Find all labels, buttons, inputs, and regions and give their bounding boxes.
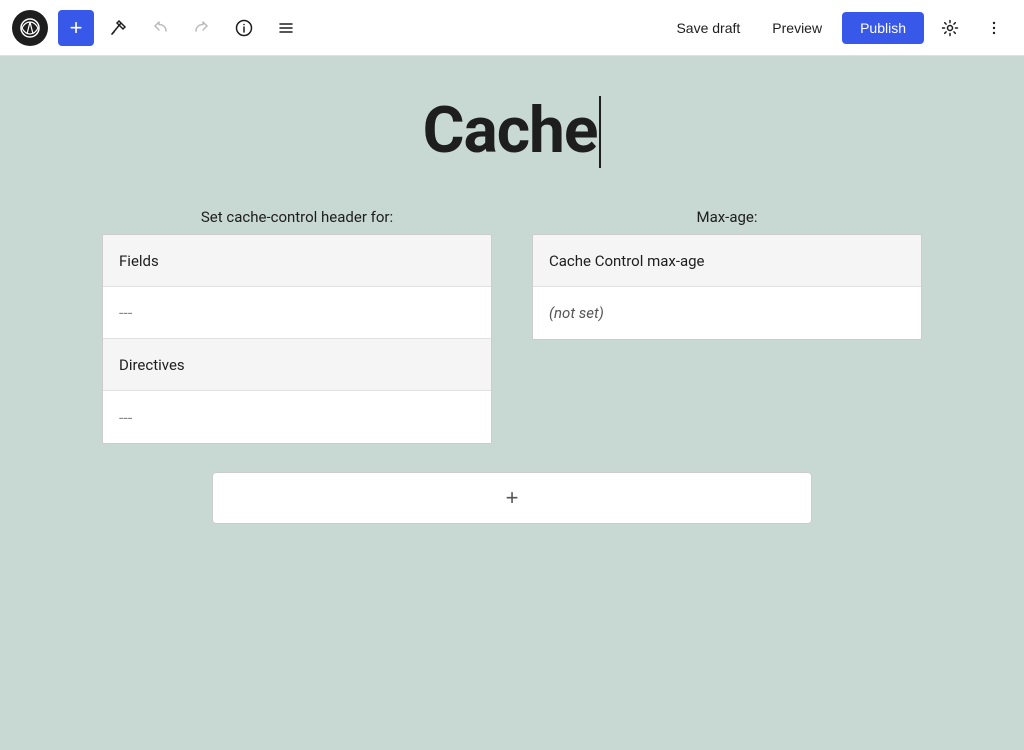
list-view-button[interactable] bbox=[268, 10, 304, 46]
info-button[interactable] bbox=[226, 10, 262, 46]
left-table-body: Fields --- Directives --- bbox=[102, 234, 492, 444]
title-cursor bbox=[599, 96, 601, 168]
redo-button[interactable] bbox=[184, 10, 220, 46]
table-row[interactable]: Fields bbox=[103, 235, 491, 287]
wordpress-logo[interactable] bbox=[12, 10, 48, 46]
title-area: Cache bbox=[423, 96, 602, 168]
topbar-right: Save draft Preview Publish bbox=[664, 10, 1012, 46]
page-title[interactable]: Cache bbox=[423, 96, 598, 166]
topbar: + bbox=[0, 0, 1024, 56]
tables-wrapper: Set cache-control header for: Fields ---… bbox=[102, 208, 922, 444]
table-row[interactable]: Cache Control max-age bbox=[533, 235, 921, 287]
left-table-section: Set cache-control header for: Fields ---… bbox=[102, 208, 492, 444]
table-row[interactable]: --- bbox=[103, 391, 491, 443]
publish-button[interactable]: Publish bbox=[842, 12, 924, 44]
settings-button[interactable] bbox=[932, 10, 968, 46]
right-table-body: Cache Control max-age (not set) bbox=[532, 234, 922, 340]
add-row-button[interactable]: + bbox=[212, 472, 812, 524]
right-table-section: Max-age: Cache Control max-age (not set) bbox=[532, 208, 922, 444]
add-block-button[interactable]: + bbox=[58, 10, 94, 46]
table-row[interactable]: (not set) bbox=[533, 287, 921, 339]
left-table-header: Set cache-control header for: bbox=[102, 208, 492, 226]
preview-button[interactable]: Preview bbox=[760, 14, 834, 42]
tools-button[interactable] bbox=[100, 10, 136, 46]
undo-button[interactable] bbox=[142, 10, 178, 46]
save-draft-button[interactable]: Save draft bbox=[664, 14, 752, 42]
table-row[interactable]: --- bbox=[103, 287, 491, 339]
topbar-left: + bbox=[12, 10, 304, 46]
table-row[interactable]: Directives bbox=[103, 339, 491, 391]
right-table-header: Max-age: bbox=[532, 208, 922, 226]
main-content: Cache Set cache-control header for: Fiel… bbox=[0, 56, 1024, 750]
more-options-button[interactable] bbox=[976, 10, 1012, 46]
